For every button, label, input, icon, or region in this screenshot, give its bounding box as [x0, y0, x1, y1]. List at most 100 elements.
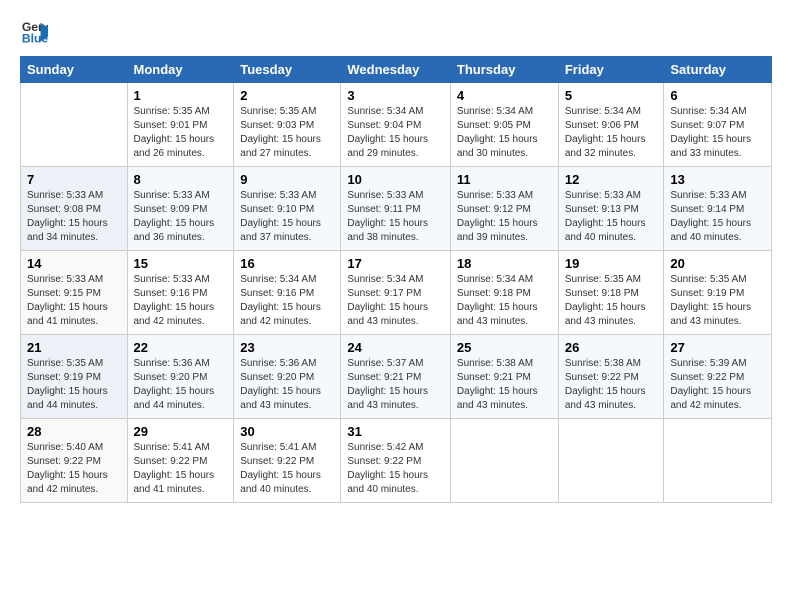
calendar-cell: 22Sunrise: 5:36 AM Sunset: 9:20 PM Dayli…: [127, 335, 234, 419]
calendar-cell: 9 Sunrise: 5:33 AM Sunset: 9:10 PM Daylig…: [234, 167, 341, 251]
day-number: 13: [670, 172, 765, 187]
day-number: 12: [565, 172, 658, 187]
day-info: Sunrise: 5:33 AM Sunset: 9:12 PM Dayligh…: [457, 189, 552, 245]
day-info: Sunrise: 5:37 AM Sunset: 9:21 PM Dayligh…: [347, 357, 444, 413]
day-number: 8: [134, 172, 228, 187]
day-number: 24: [347, 340, 444, 355]
calendar-cell: 21 Sunrise: 5:35 AM Sunset: 9:19 PM Dayli…: [21, 335, 128, 419]
day-info: Sunrise: 5:33 AM Sunset: 9:08 PM Dayligh…: [27, 189, 121, 245]
day-info: Sunrise: 5:36 AM Sunset: 9:20 PM Dayligh…: [240, 357, 334, 413]
calendar-cell: 11 Sunrise: 5:33 AM Sunset: 9:12 PM Dayli…: [450, 167, 558, 251]
day-number: 20: [670, 256, 765, 271]
calendar-cell: 15 Sunrise: 5:33 AM Sunset: 9:16 PM Dayli…: [127, 251, 234, 335]
column-header-monday: Monday: [127, 57, 234, 83]
day-number: 30: [240, 424, 334, 439]
day-number: 26: [565, 340, 658, 355]
day-number: 28: [27, 424, 121, 439]
logo: General Blue: [20, 18, 52, 46]
calendar-cell: 5 Sunrise: 5:34 AM Sunset: 9:06 PM Daylig…: [558, 83, 664, 167]
calendar-cell: 16 Sunrise: 5:34 AM Sunset: 9:16 PM Dayli…: [234, 251, 341, 335]
column-header-friday: Friday: [558, 57, 664, 83]
day-info: Sunrise: 5:33 AM Sunset: 9:13 PM Dayligh…: [565, 189, 658, 245]
day-info: Sunrise: 5:38 AM Sunset: 9:22 PM Dayligh…: [565, 357, 658, 413]
day-number: 10: [347, 172, 444, 187]
calendar-cell: 7 Sunrise: 5:33 AM Sunset: 9:08 PM Daylig…: [21, 167, 128, 251]
day-info: Sunrise: 5:35 AM Sunset: 9:18 PM Dayligh…: [565, 273, 658, 329]
calendar-cell: [558, 419, 664, 503]
calendar-cell: [450, 419, 558, 503]
column-header-thursday: Thursday: [450, 57, 558, 83]
calendar-cell: 25 Sunrise: 5:38 AM Sunset: 9:21 PM Dayli…: [450, 335, 558, 419]
day-info: Sunrise: 5:35 AM Sunset: 9:03 PM Dayligh…: [240, 105, 334, 161]
calendar-week-row: 7 Sunrise: 5:33 AM Sunset: 9:08 PM Daylig…: [21, 167, 772, 251]
calendar-cell: 8 Sunrise: 5:33 AM Sunset: 9:09 PM Daylig…: [127, 167, 234, 251]
day-number: 14: [27, 256, 121, 271]
day-info: Sunrise: 5:34 AM Sunset: 9:06 PM Dayligh…: [565, 105, 658, 161]
calendar-cell: 23 Sunrise: 5:36 AM Sunset: 9:20 PM Dayli…: [234, 335, 341, 419]
day-info: Sunrise: 5:34 AM Sunset: 9:18 PM Dayligh…: [457, 273, 552, 329]
day-number: 16: [240, 256, 334, 271]
day-info: Sunrise: 5:34 AM Sunset: 9:17 PM Dayligh…: [347, 273, 444, 329]
calendar-week-row: 1 Sunrise: 5:35 AM Sunset: 9:01 PM Daylig…: [21, 83, 772, 167]
calendar-cell: 14 Sunrise: 5:33 AM Sunset: 9:15 PM Dayli…: [21, 251, 128, 335]
calendar-cell: 20 Sunrise: 5:35 AM Sunset: 9:19 PM Dayli…: [664, 251, 772, 335]
column-header-sunday: Sunday: [21, 57, 128, 83]
day-number: 3: [347, 88, 444, 103]
calendar-cell: 3Sunrise: 5:34 AM Sunset: 9:04 PM Daylig…: [341, 83, 451, 167]
day-info: Sunrise: 5:35 AM Sunset: 9:19 PM Dayligh…: [670, 273, 765, 329]
header: General Blue: [20, 18, 772, 46]
calendar-cell: 6 Sunrise: 5:34 AM Sunset: 9:07 PM Daylig…: [664, 83, 772, 167]
day-number: 17: [347, 256, 444, 271]
day-number: 19: [565, 256, 658, 271]
day-number: 18: [457, 256, 552, 271]
day-info: Sunrise: 5:33 AM Sunset: 9:10 PM Dayligh…: [240, 189, 334, 245]
day-info: Sunrise: 5:34 AM Sunset: 9:16 PM Dayligh…: [240, 273, 334, 329]
calendar-cell: 1 Sunrise: 5:35 AM Sunset: 9:01 PM Daylig…: [127, 83, 234, 167]
day-info: Sunrise: 5:35 AM Sunset: 9:19 PM Dayligh…: [27, 357, 121, 413]
day-info: Sunrise: 5:34 AM Sunset: 9:07 PM Dayligh…: [670, 105, 765, 161]
column-header-saturday: Saturday: [664, 57, 772, 83]
day-info: Sunrise: 5:33 AM Sunset: 9:14 PM Dayligh…: [670, 189, 765, 245]
day-number: 27: [670, 340, 765, 355]
calendar-cell: 10 Sunrise: 5:33 AM Sunset: 9:11 PM Dayli…: [341, 167, 451, 251]
day-number: 15: [134, 256, 228, 271]
day-number: 5: [565, 88, 658, 103]
calendar-cell: 13 Sunrise: 5:33 AM Sunset: 9:14 PM Dayli…: [664, 167, 772, 251]
day-info: Sunrise: 5:34 AM Sunset: 9:05 PM Dayligh…: [457, 105, 552, 161]
day-number: 23: [240, 340, 334, 355]
day-info: Sunrise: 5:33 AM Sunset: 9:16 PM Dayligh…: [134, 273, 228, 329]
day-info: Sunrise: 5:33 AM Sunset: 9:09 PM Dayligh…: [134, 189, 228, 245]
day-number: 1: [134, 88, 228, 103]
calendar-week-row: 21 Sunrise: 5:35 AM Sunset: 9:19 PM Dayli…: [21, 335, 772, 419]
calendar-week-row: 28Sunrise: 5:40 AM Sunset: 9:22 PM Dayli…: [21, 419, 772, 503]
calendar-table: SundayMondayTuesdayWednesdayThursdayFrid…: [20, 56, 772, 503]
calendar-cell: 27Sunrise: 5:39 AM Sunset: 9:22 PM Dayli…: [664, 335, 772, 419]
day-number: 31: [347, 424, 444, 439]
day-info: Sunrise: 5:35 AM Sunset: 9:01 PM Dayligh…: [134, 105, 228, 161]
calendar-cell: 24 Sunrise: 5:37 AM Sunset: 9:21 PM Dayli…: [341, 335, 451, 419]
calendar-header-row: SundayMondayTuesdayWednesdayThursdayFrid…: [21, 57, 772, 83]
day-number: 11: [457, 172, 552, 187]
calendar-cell: 28Sunrise: 5:40 AM Sunset: 9:22 PM Dayli…: [21, 419, 128, 503]
calendar-cell: 18 Sunrise: 5:34 AM Sunset: 9:18 PM Dayli…: [450, 251, 558, 335]
day-info: Sunrise: 5:36 AM Sunset: 9:20 PM Dayligh…: [134, 357, 228, 413]
day-info: Sunrise: 5:33 AM Sunset: 9:11 PM Dayligh…: [347, 189, 444, 245]
day-info: Sunrise: 5:33 AM Sunset: 9:15 PM Dayligh…: [27, 273, 121, 329]
calendar-cell: [664, 419, 772, 503]
day-number: 7: [27, 172, 121, 187]
calendar-cell: 12 Sunrise: 5:33 AM Sunset: 9:13 PM Dayli…: [558, 167, 664, 251]
day-number: 21: [27, 340, 121, 355]
day-info: Sunrise: 5:42 AM Sunset: 9:22 PM Dayligh…: [347, 441, 444, 497]
calendar-cell: 29Sunrise: 5:41 AM Sunset: 9:22 PM Dayli…: [127, 419, 234, 503]
day-number: 4: [457, 88, 552, 103]
day-number: 9: [240, 172, 334, 187]
day-info: Sunrise: 5:41 AM Sunset: 9:22 PM Dayligh…: [134, 441, 228, 497]
day-info: Sunrise: 5:41 AM Sunset: 9:22 PM Dayligh…: [240, 441, 334, 497]
column-header-tuesday: Tuesday: [234, 57, 341, 83]
day-number: 6: [670, 88, 765, 103]
day-number: 25: [457, 340, 552, 355]
calendar-cell: 31 Sunrise: 5:42 AM Sunset: 9:22 PM Dayli…: [341, 419, 451, 503]
day-info: Sunrise: 5:38 AM Sunset: 9:21 PM Dayligh…: [457, 357, 552, 413]
calendar-cell: 17 Sunrise: 5:34 AM Sunset: 9:17 PM Dayli…: [341, 251, 451, 335]
column-header-wednesday: Wednesday: [341, 57, 451, 83]
